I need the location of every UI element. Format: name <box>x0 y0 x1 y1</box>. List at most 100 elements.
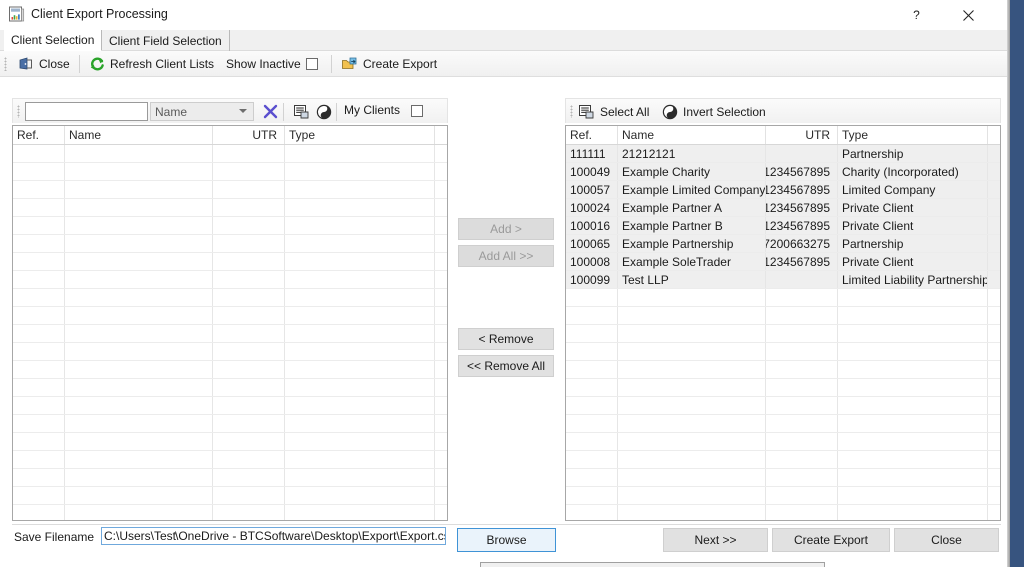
cell-ref <box>13 289 65 306</box>
column-header-name[interactable]: Name <box>618 126 766 144</box>
cell-ref: 100024 <box>566 199 618 216</box>
table-row[interactable]: 100057 Example Limited Company 1234567895 L… <box>566 181 1000 199</box>
show-inactive-checkbox[interactable] <box>305 58 318 70</box>
cell-type <box>285 487 435 504</box>
clear-filter-button[interactable] <box>260 101 281 122</box>
table-row[interactable]: 100049 Example Charity 1234567895 Charity (… <box>566 163 1000 181</box>
search-field-selector[interactable]: Name <box>150 102 254 121</box>
save-filename-input[interactable]: C:\Users\Test \OneDrive - BTCSoftware\Des… <box>101 527 446 545</box>
table-row[interactable]: 100065 Example Partnership 7200663275 Partn… <box>566 235 1000 253</box>
create-export-button[interactable]: Create Export <box>772 528 890 552</box>
cell-filler <box>988 505 1000 520</box>
table-row[interactable]: 100099 Test LLP Limited Liability Partners… <box>566 271 1000 289</box>
tab-client-field-selection[interactable]: Client Field Selection <box>102 30 230 51</box>
transfer-button-remove[interactable]: < Remove <box>458 328 554 350</box>
svg-text:?: ? <box>913 8 920 22</box>
cell-name <box>65 415 213 432</box>
toolbar-grip[interactable] <box>4 57 7 71</box>
search-field-value: Name <box>155 104 188 119</box>
cell-type <box>285 217 435 234</box>
selection-bar-grip[interactable] <box>570 105 573 118</box>
close-door-icon <box>19 57 32 70</box>
cell-filler <box>988 451 1000 468</box>
cell-filler <box>435 181 447 198</box>
cell-utr <box>766 433 838 450</box>
cell-filler <box>988 217 1000 234</box>
toolbar-refresh-client-lists-button[interactable]: Refresh Client Lists <box>85 51 218 77</box>
column-header-utr[interactable]: UTR <box>766 126 838 144</box>
cell-ref <box>13 397 65 414</box>
transfer-button-remove-all[interactable]: << Remove All <box>458 355 554 377</box>
table-row-empty <box>13 397 447 415</box>
browse-button[interactable]: Browse <box>457 528 556 552</box>
table-row[interactable]: 111111 21212121 Partnership <box>566 145 1000 163</box>
table-row-empty <box>566 433 1000 451</box>
column-header-type[interactable]: Type <box>285 126 435 144</box>
available-clients-grid[interactable]: Ref. Name UTR Type <box>12 125 448 521</box>
save-filename-value-after-caret: \OneDrive - BTCSoftware\Desktop\Export\E… <box>175 529 446 543</box>
invert-selection-button[interactable] <box>313 101 334 122</box>
cell-type <box>285 415 435 432</box>
tab-client-selection[interactable]: Client Selection <box>4 30 103 51</box>
cell-type <box>838 307 988 324</box>
filter-bar-separator <box>283 103 284 121</box>
my-clients-checkbox[interactable] <box>411 105 423 117</box>
cell-filler <box>988 343 1000 360</box>
help-button[interactable]: ? <box>894 0 939 30</box>
cell-name: 21212121 <box>618 145 766 162</box>
table-row-empty <box>13 217 447 235</box>
cell-name <box>65 361 213 378</box>
cell-utr <box>213 325 285 342</box>
cell-name: Example Partner A <box>618 199 766 216</box>
search-input[interactable] <box>25 102 148 121</box>
cell-utr: 1234567895 <box>766 181 838 198</box>
cell-ref <box>13 415 65 432</box>
report-icon <box>8 6 25 23</box>
cell-type <box>838 397 988 414</box>
cell-utr <box>766 289 838 306</box>
column-header-name[interactable]: Name <box>65 126 213 144</box>
cell-ref: 100008 <box>566 253 618 270</box>
column-header-type[interactable]: Type <box>838 126 988 144</box>
next-button[interactable]: Next >> <box>663 528 768 552</box>
select-all-button[interactable] <box>291 101 312 122</box>
cell-type <box>838 289 988 306</box>
cell-utr <box>213 217 285 234</box>
cell-filler <box>435 253 447 270</box>
column-header-ref[interactable]: Ref. <box>13 126 65 144</box>
refresh-icon <box>90 57 104 71</box>
footer-close-button[interactable]: Close <box>894 528 999 552</box>
cell-filler <box>988 145 1000 162</box>
table-row-empty <box>13 307 447 325</box>
column-header-ref[interactable]: Ref. <box>566 126 618 144</box>
cell-type: Limited Company <box>838 181 988 198</box>
close-window-button[interactable] <box>946 0 991 30</box>
filter-bar-grip[interactable] <box>17 105 20 118</box>
cell-ref <box>13 217 65 234</box>
table-row-empty <box>13 433 447 451</box>
table-row[interactable]: 100008 Example SoleTrader 1234567895 Privat… <box>566 253 1000 271</box>
cell-type <box>285 145 435 162</box>
selected-clients-grid[interactable]: Ref. Name UTR Type 111111 21212121 Partner… <box>565 125 1001 521</box>
tab-strip: Client Selection Client Field Selection <box>0 30 1007 51</box>
invert-selection-action[interactable]: Invert Selection <box>662 99 766 124</box>
cell-filler <box>988 271 1000 288</box>
toolbar-show-inactive-toggle[interactable]: Show Inactive <box>222 51 322 77</box>
column-header-utr[interactable]: UTR <box>213 126 285 144</box>
select-all-action[interactable]: Select All <box>578 99 649 124</box>
cell-filler <box>435 433 447 450</box>
cell-filler <box>988 289 1000 306</box>
cell-utr <box>766 505 838 520</box>
selection-toolbar: Select All Invert Selection <box>565 98 1001 123</box>
toolbar-close-button[interactable]: Close <box>14 51 74 77</box>
invert-selection-label: Invert Selection <box>683 104 766 119</box>
cell-name <box>65 379 213 396</box>
table-row[interactable]: 100024 Example Partner A 1234567895 Private… <box>566 199 1000 217</box>
cell-name <box>65 289 213 306</box>
cell-ref <box>13 307 65 324</box>
toolbar-create-export-button[interactable]: Create Export <box>337 51 441 77</box>
table-row-empty <box>566 469 1000 487</box>
cell-utr <box>766 451 838 468</box>
cell-type <box>285 469 435 486</box>
table-row[interactable]: 100016 Example Partner B 1234567895 Private… <box>566 217 1000 235</box>
